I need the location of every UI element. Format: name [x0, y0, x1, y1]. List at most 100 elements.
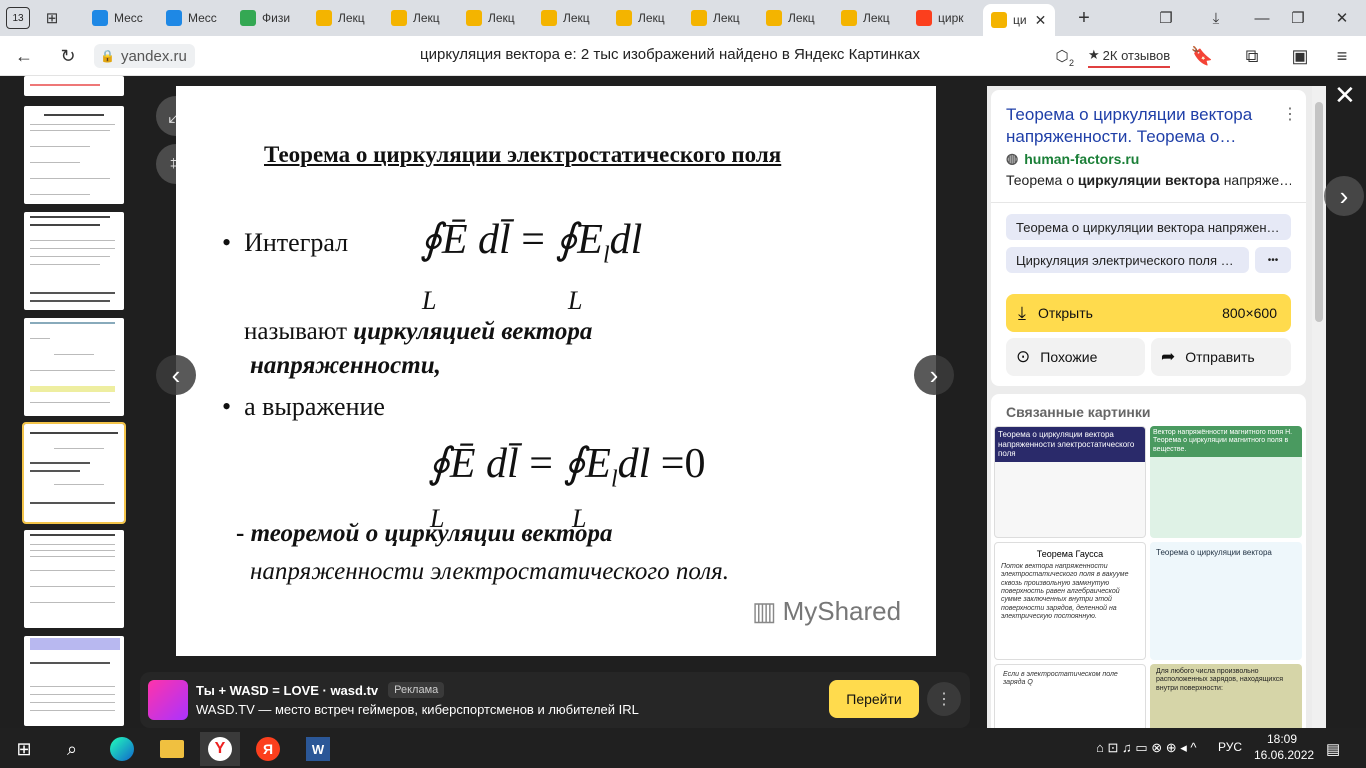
clock-time: 18:09 — [1266, 732, 1298, 746]
yandex-icon[interactable]: Я — [248, 732, 288, 766]
browser-tab[interactable]: Лекц — [458, 4, 533, 32]
language-indicator[interactable]: РУС — [1218, 740, 1242, 754]
browser-tab[interactable]: Месс — [84, 4, 158, 32]
formula-2: ∮Ē dl̄ = ∮Eldl =0 — [428, 438, 705, 493]
related-image[interactable]: Теорема о циркуляции вектора — [1150, 542, 1302, 660]
next-panel-button[interactable]: › — [1324, 176, 1364, 216]
ad-thumbnail[interactable] — [148, 680, 188, 720]
share-button[interactable]: ➦ Отправить — [1151, 338, 1291, 376]
slide-thumbnail[interactable] — [24, 76, 124, 96]
formula-1-dl: dl — [609, 217, 643, 263]
domain-pill[interactable]: 🔒 yandex.ru — [94, 44, 195, 68]
tab-label: Лекц — [788, 11, 815, 25]
related-image[interactable]: Теорема о циркуляции вектора напряженнос… — [994, 426, 1146, 538]
slides-icon — [391, 10, 407, 26]
reviews-button[interactable]: ★ 2К отзывов — [1088, 44, 1171, 68]
ad-title[interactable]: Ты + WASD = LOVE · wasd.tv — [196, 683, 378, 698]
browser-tab[interactable]: Лекц — [383, 4, 458, 32]
tag-chip[interactable]: Циркуляция электрического поля … — [1006, 247, 1249, 273]
ad-more-icon[interactable]: ⋮ — [927, 682, 961, 716]
extensions-icon[interactable]: ▣ — [1288, 44, 1312, 68]
edge-icon[interactable] — [102, 732, 142, 766]
panel-scrollbar[interactable] — [1312, 86, 1326, 728]
browser-tab[interactable]: Лекц — [833, 4, 908, 32]
word-icon[interactable]: W — [298, 732, 338, 766]
formula-1-sub: l — [602, 242, 610, 269]
formula-1: ∮Ē dl̄ = ∮Eldl — [420, 214, 642, 269]
more-vertical-icon[interactable]: ⋮ — [1282, 104, 1298, 124]
bookmark-icon[interactable]: 🔖 — [1190, 44, 1214, 68]
reading-list-icon[interactable]: ⧉ — [1240, 44, 1264, 68]
clock-date: 16.06.2022 — [1254, 748, 1315, 762]
browser-tab[interactable]: ци ✕ — [983, 4, 1055, 36]
slide-thumbnail-selected[interactable] — [22, 422, 126, 524]
browser-tab[interactable]: Лекц — [533, 4, 608, 32]
close-tab-icon[interactable]: ✕ — [1035, 12, 1047, 29]
browser-tab[interactable]: Лекц — [308, 4, 383, 32]
protect-shield-icon[interactable]: ⬡ 2 — [1050, 44, 1074, 68]
browser-tab[interactable]: Лекц — [758, 4, 833, 32]
formula-2-left: ∮Ē dl̄ — [428, 441, 519, 487]
browser-tab[interactable]: Лекц — [683, 4, 758, 32]
minimize-button[interactable]: — — [1250, 6, 1274, 30]
related-images-card: Связанные картинки Теорема о циркуляции … — [991, 394, 1306, 728]
tab-count: 13 — [12, 12, 24, 24]
collections-icon[interactable]: ❐ — [1154, 6, 1178, 30]
open-button[interactable]: ⤓ Открыть 800×600 — [1006, 294, 1291, 332]
new-tab-group-icon[interactable]: ⊞ — [40, 6, 64, 30]
related-image[interactable]: Для любого числа произвольно расположенн… — [1150, 664, 1302, 728]
open-label: Открыть — [1037, 305, 1093, 321]
browser-tab[interactable]: Лекц — [608, 4, 683, 32]
bullet-2-text: а выражение — [244, 392, 385, 421]
similar-button[interactable]: ⊙ Похожие — [1006, 338, 1145, 376]
related-image-title: Если в электростатическом поле заряда Q — [1003, 671, 1118, 687]
page-title[interactable]: циркуляция вектора е: 2 тыс изображений … — [300, 46, 1040, 63]
browser-tab-strip: 13 ⊞ Месс Месс Физи Лекц Лекц Лекц Лекц Лекц Лек… — [0, 0, 1366, 36]
notifications-icon[interactable]: ▤ — [1326, 740, 1340, 758]
tag-chip[interactable]: Теорема о циркуляции вектора напряжен… — [1006, 214, 1291, 240]
related-image[interactable]: Вектор напряжённости магнитного поля Н. … — [1150, 426, 1302, 538]
tab-label: Лекц — [413, 11, 440, 25]
file-explorer-icon[interactable] — [152, 732, 192, 766]
close-window-button[interactable]: ✕ — [1330, 6, 1354, 30]
ad-banner: Ты + WASD = LOVE · wasd.tv Реклама WASD.… — [140, 672, 970, 728]
downloads-icon[interactable]: ⤓ — [1204, 6, 1228, 30]
back-icon[interactable]: ← — [12, 44, 36, 68]
menu-icon[interactable]: ≡ — [1330, 44, 1354, 68]
tab-label: ци — [1013, 13, 1027, 27]
tab-count-button[interactable]: 13 — [6, 7, 30, 29]
reload-icon[interactable]: ↻ — [56, 44, 80, 68]
slide-thumbnail[interactable] — [24, 318, 124, 416]
formula-2-zero: =0 — [660, 441, 706, 487]
search-icon[interactable]: ⌕ — [52, 732, 92, 766]
browser-tab[interactable]: цирк — [908, 4, 983, 32]
more-tags-button[interactable]: ••• — [1255, 247, 1291, 273]
ad-go-button[interactable]: Перейти — [829, 680, 919, 718]
clock[interactable]: 18:09 16.06.2022 — [1254, 731, 1315, 763]
close-viewer-icon[interactable]: ✕ — [1334, 80, 1356, 111]
next-image-button[interactable]: › — [914, 355, 954, 395]
restore-button[interactable]: ❐ — [1286, 6, 1310, 30]
tray-icons[interactable]: ⌂ ⊡ ♫ ▭ ⊗ ⊕ ◂ ^ — [1096, 740, 1196, 756]
scrollbar-thumb[interactable] — [1315, 102, 1323, 322]
related-image[interactable]: Если в электростатическом поле заряда Q — [994, 664, 1146, 728]
browser-tab[interactable]: Физи — [232, 4, 308, 32]
tab-label: Лекц — [488, 11, 515, 25]
prev-image-button[interactable]: ‹ — [156, 355, 196, 395]
reviews-label: 2К отзывов — [1102, 47, 1171, 63]
watermark-text: MyShared — [782, 596, 902, 626]
source-title-link[interactable]: Теорема о циркуляции вектора напряженнос… — [1006, 104, 1286, 148]
slide-thumbnail[interactable] — [24, 636, 124, 726]
source-site[interactable]: ◍ human-factors.ru — [1006, 150, 1139, 167]
windows-start-icon[interactable]: ⊞ — [4, 732, 44, 766]
related-image[interactable]: Теорема Гаусса Поток вектора напряженнос… — [994, 542, 1146, 660]
slide-thumbnail[interactable] — [24, 530, 124, 628]
slide-heading: Теорема о циркуляции электростатического… — [264, 142, 782, 167]
yandex-browser-icon[interactable]: Y — [200, 732, 240, 766]
contour-label-1a: L — [422, 286, 437, 315]
slide-thumbnail[interactable] — [24, 212, 124, 310]
slides-icon — [541, 10, 557, 26]
browser-tab[interactable]: Месс — [158, 4, 232, 32]
slide-thumbnail[interactable] — [24, 106, 124, 204]
new-tab-button[interactable]: + — [1072, 6, 1096, 30]
